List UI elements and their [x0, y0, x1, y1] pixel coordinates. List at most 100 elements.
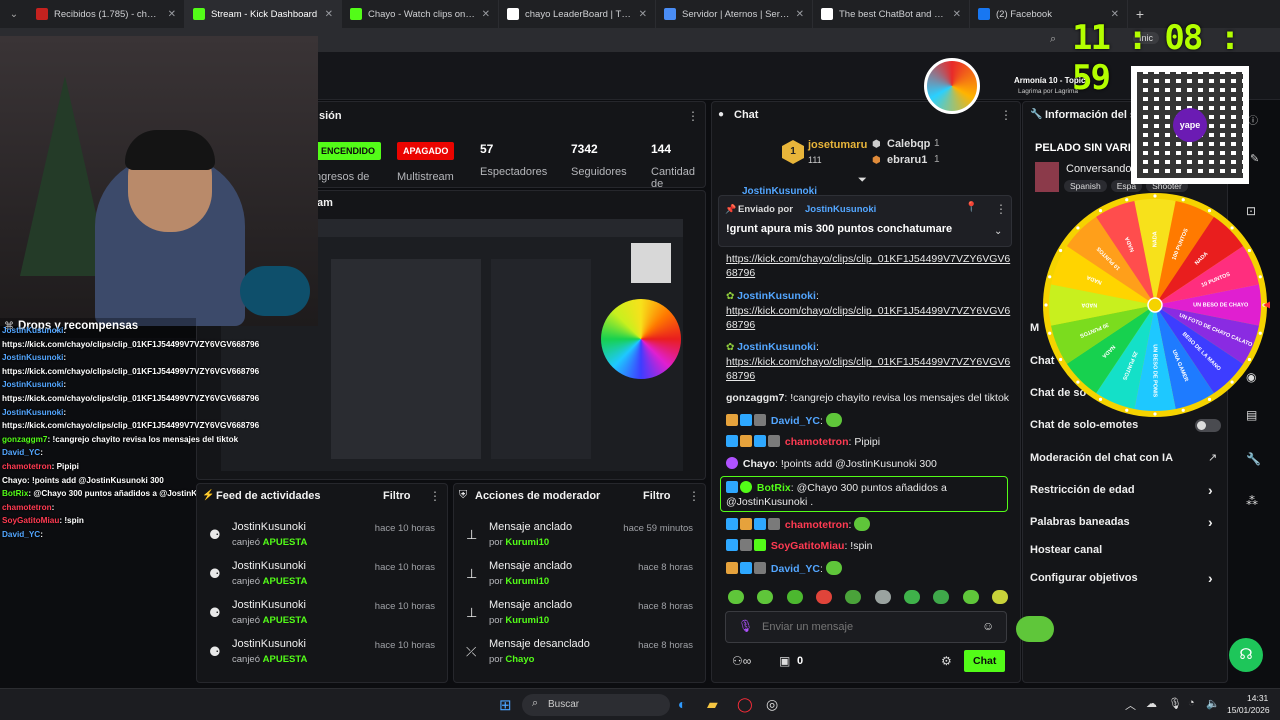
emote-icon[interactable]	[845, 590, 862, 604]
edge-icon[interactable]: ◐	[678, 696, 686, 712]
chat-input-box[interactable]: 🎙 ☺	[725, 611, 1007, 643]
tray-app-icon[interactable]: ☁	[1146, 697, 1157, 710]
taskbar-search[interactable]: ⌕ Buscar	[522, 694, 670, 716]
browser-tab[interactable]: chayo LeaderBoard | The best Cha... ✕	[499, 0, 656, 28]
setting-row[interactable]: Restricción de edad ›	[1030, 482, 1220, 500]
setting-row[interactable]: Hostear canal	[1030, 544, 1220, 560]
chat-link-cont[interactable]: 68796	[726, 370, 755, 382]
folder-icon[interactable]: ▰	[707, 696, 718, 713]
emote-icon[interactable]	[757, 590, 774, 604]
gear-icon[interactable]: ⚙	[941, 654, 952, 668]
close-tab-icon[interactable]: ✕	[796, 9, 804, 20]
browser-tab[interactable]: Chayo - Watch clips on Kick ✕	[342, 0, 499, 28]
mod-action-moderator[interactable]: Kurumi10	[505, 576, 549, 587]
emote-icon[interactable]	[874, 590, 891, 604]
tray-chevron-icon[interactable]: ︿	[1125, 697, 1136, 713]
opera-icon[interactable]: ◯	[737, 696, 753, 713]
chat-message[interactable]: https://kick.com/chayo/clips/clip_01KF1J…	[726, 252, 1011, 280]
chat-message[interactable]: David_YC:	[726, 413, 1011, 428]
pinned-user[interactable]: JostinKusunoki	[805, 204, 876, 215]
close-tab-icon[interactable]: ✕	[639, 9, 647, 20]
activity-item[interactable]: ⚈ JostinKusunoki canjeó APUESTA hace 10 hor…	[207, 636, 437, 675]
chat-username[interactable]: JostinKusunoki	[737, 290, 816, 302]
tab-list-icon[interactable]: ⌄	[0, 9, 28, 20]
chat-message[interactable]: SoyGatitoMiau: !spin	[726, 539, 1011, 553]
emoji-icon[interactable]: ☺	[982, 619, 994, 633]
activity-filter[interactable]: Filtro	[383, 490, 411, 502]
close-tab-icon[interactable]: ✕	[482, 9, 490, 20]
chat-message[interactable]: BotRix: @Chayo 300 puntos añadidos a @Jos…	[726, 481, 1006, 509]
obs-icon[interactable]: ◎	[766, 696, 778, 713]
chat-message[interactable]: David_YC:	[726, 561, 1011, 576]
browser-tab[interactable]: The best ChatBot and Widgets fo... ✕	[813, 0, 970, 28]
chat-message[interactable]: chamotetron:	[726, 517, 1011, 532]
wrench-icon[interactable]: 🔧	[1246, 452, 1261, 466]
chat-link[interactable]: https://kick.com/chayo/clips/clip_01KF1J…	[726, 356, 1010, 368]
edit-icon[interactable]: ✎	[1250, 152, 1259, 165]
apps-icon[interactable]: ⁂	[1246, 494, 1258, 508]
unpin-icon[interactable]: 📍	[965, 202, 977, 213]
emote-icon[interactable]	[728, 590, 744, 604]
category-name[interactable]: Conversando	[1066, 163, 1131, 175]
activity-item[interactable]: ⚈ JostinKusunoki canjeó APUESTA hace 10 hor…	[207, 597, 437, 636]
more-icon[interactable]: ⋮	[429, 489, 441, 503]
chat-link[interactable]: https://kick.com/chayo/clips/clip_01KF1J…	[726, 253, 1010, 265]
emote-icon[interactable]	[903, 590, 920, 604]
chat-message[interactable]: ✿ JostinKusunoki: https://kick.com/chayo/…	[726, 289, 1011, 332]
leader-first-name[interactable]: josetumaru	[808, 139, 867, 151]
users-icon[interactable]: ⚇∞	[732, 654, 751, 668]
chevron-down-icon[interactable]: ⌄	[994, 226, 1002, 237]
support-headset-button[interactable]: ☊	[1229, 638, 1263, 672]
mod-action-item[interactable]: ⤫ Mensaje desanclado por Chayo hace 8 horas	[464, 636, 695, 675]
close-tab-icon[interactable]: ✕	[325, 9, 333, 20]
emote-icon[interactable]	[786, 590, 803, 604]
chat-username[interactable]: JostinKusunoki	[737, 341, 816, 353]
leader-second-name[interactable]: Calebqp	[887, 138, 930, 150]
more-icon[interactable]: ⋮	[995, 202, 1007, 216]
emotes-only-toggle[interactable]	[1195, 419, 1221, 432]
emote-icon[interactable]	[962, 590, 979, 604]
activity-item[interactable]: ⚈ JostinKusunoki canjeó APUESTA hace 10 hor…	[207, 519, 437, 558]
browser-tab[interactable]: Recibidos (1.785) - chayo.tube.18... ✕	[28, 0, 185, 28]
external-link-icon[interactable]: ↗	[1208, 451, 1217, 464]
chat-link[interactable]: https://kick.com/chayo/clips/clip_01KF1J…	[726, 305, 1010, 317]
send-chat-button[interactable]: Chat	[964, 650, 1006, 672]
on-badge[interactable]: ENCENDIDO	[315, 142, 382, 160]
setting-row[interactable]: Palabras baneadas ›	[1030, 514, 1220, 532]
more-icon[interactable]: ⋮	[1000, 108, 1012, 122]
browser-tab[interactable]: Stream - Kick Dashboard ✕	[185, 0, 342, 28]
browser-tab[interactable]: Servidor | Aternos | Servidor de M... ✕	[656, 0, 813, 28]
info-icon[interactable]: ⓘ	[1248, 112, 1258, 127]
windows-start-icon[interactable]: ⊞	[499, 696, 512, 714]
mod-action-item[interactable]: ⊥ Mensaje anclado por Kurumi10 hace 8 horas	[464, 597, 695, 636]
chat-message[interactable]: gonzaggm7: !cangrejo chayito revisa los …	[726, 391, 1011, 405]
emote-icon[interactable]	[991, 590, 1008, 604]
setting-row[interactable]: Chat de solo-emotes	[1030, 419, 1220, 435]
more-icon[interactable]: ⋮	[688, 489, 700, 503]
volume-icon[interactable]: 🔈	[1206, 697, 1220, 710]
expand-leaderboard-icon[interactable]: ⏷	[858, 174, 867, 187]
activity-item[interactable]: ⚈ JostinKusunoki canjeó APUESTA hace 10 hor…	[207, 558, 437, 597]
chat-message[interactable]: chamotetron: Pipipi	[726, 435, 1011, 449]
wifi-icon[interactable]: ◔	[1188, 697, 1195, 709]
mod-action-item[interactable]: ⊥ Mensaje anclado por Kurumi10 hace 8 horas	[464, 558, 695, 597]
mod-action-item[interactable]: ⊥ Mensaje anclado por Kurumi10 hace 59 minu…	[464, 519, 695, 558]
mod-action-moderator[interactable]: Kurumi10	[505, 615, 549, 626]
zoom-icon[interactable]: ⌕	[1050, 33, 1056, 46]
more-icon[interactable]: ⋮	[687, 109, 699, 123]
microphone-icon[interactable]: 🎙	[1168, 697, 1182, 710]
chat-message[interactable]: Chayo: !points add @JostinKusunoki 300	[726, 457, 1011, 471]
chat-link-cont[interactable]: 68796	[726, 319, 755, 331]
mod-action-moderator[interactable]: Chayo	[505, 654, 534, 665]
close-tab-icon[interactable]: ✕	[953, 9, 961, 20]
chat-link-cont[interactable]: 68796	[726, 267, 755, 279]
chat-message-highlight[interactable]: BotRix: @Chayo 300 puntos añadidos a @Jos…	[720, 476, 1008, 512]
modactions-filter[interactable]: Filtro	[643, 490, 671, 502]
emote-icon[interactable]	[815, 590, 832, 604]
leader-third-name[interactable]: ebraru1	[887, 154, 927, 166]
close-tab-icon[interactable]: ✕	[168, 9, 176, 20]
off-badge[interactable]: APAGADO	[397, 142, 455, 160]
microphone-icon[interactable]: 🎙	[738, 619, 753, 633]
emote-icon[interactable]	[933, 590, 950, 604]
chat-message[interactable]: ✿ JostinKusunoki: https://kick.com/chayo/…	[726, 340, 1011, 383]
